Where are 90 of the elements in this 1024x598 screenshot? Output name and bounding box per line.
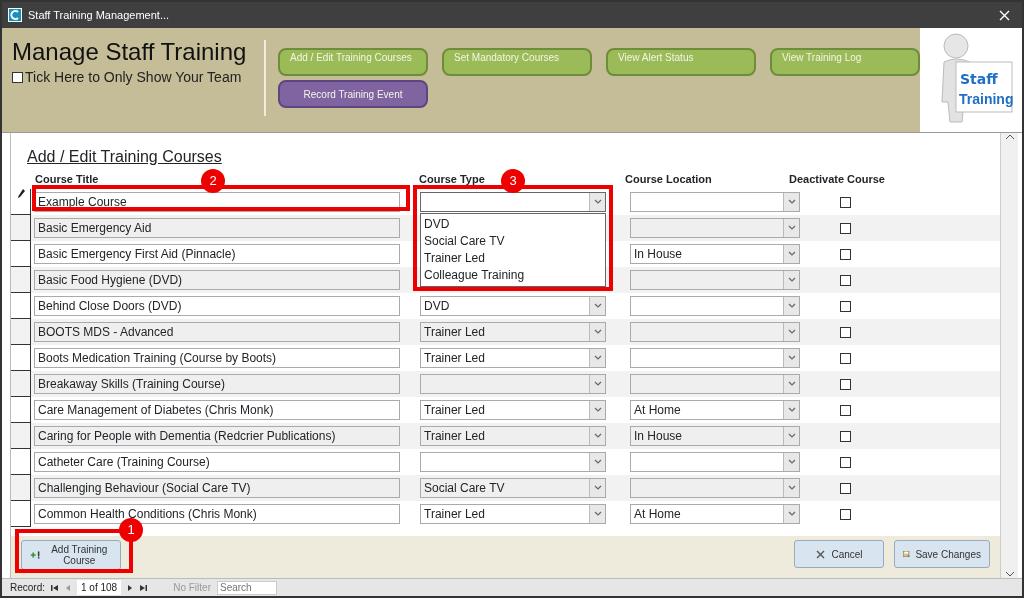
text-field[interactable]: Behind Close Doors (DVD) [34, 296, 400, 316]
record-selector[interactable] [11, 215, 31, 241]
checkbox[interactable] [840, 456, 851, 468]
checkbox[interactable] [840, 430, 851, 442]
checkbox[interactable] [840, 482, 851, 494]
prev-record-button[interactable] [65, 583, 71, 592]
save-button[interactable]: Save Changes [894, 540, 990, 568]
add-icon [30, 549, 42, 561]
dropdown-option[interactable]: Colleague Training [424, 267, 602, 284]
record-position: 1 of 108 [77, 580, 122, 595]
text-field[interactable]: Catheter Care (Training Course) [34, 452, 400, 472]
next-record-button[interactable] [127, 583, 134, 592]
add-button[interactable]: Add Training Course [21, 540, 121, 570]
dropdown-field[interactable] [630, 452, 800, 472]
annotation-number: 3 [501, 169, 525, 193]
text-field[interactable]: Challenging Behaviour (Social Care TV) [34, 478, 400, 498]
record-label: Record: [10, 581, 45, 595]
filter-status: No Filter [173, 581, 211, 595]
column-header: Course Title [35, 172, 99, 185]
dropdown-option[interactable]: Trainer Led [424, 250, 602, 267]
dropdown-field[interactable] [420, 374, 606, 394]
record-selector[interactable] [11, 267, 31, 293]
text-field[interactable]: Breakaway Skills (Training Course) [34, 374, 400, 394]
dropdown-field[interactable]: In House [630, 426, 800, 446]
dropdown-field[interactable]: DVD [420, 296, 606, 316]
dropdown-field[interactable]: Trainer Led [420, 504, 606, 524]
dropdown-field[interactable] [420, 192, 606, 212]
dropdown-field[interactable] [630, 192, 800, 212]
column-header: Deactivate Course [789, 172, 885, 185]
first-record-button[interactable] [51, 583, 59, 592]
annotation-number: 2 [201, 169, 225, 193]
scroll-up-icon[interactable] [1004, 133, 1015, 141]
checkbox[interactable] [840, 352, 851, 364]
search-field[interactable]: Search [216, 580, 277, 595]
checkbox[interactable] [840, 196, 851, 208]
checkbox[interactable] [840, 508, 851, 520]
cancel-icon [815, 548, 827, 560]
record-button[interactable]: Record Training Event [278, 80, 429, 108]
record-selector[interactable] [11, 501, 31, 527]
text-field[interactable]: Caring for People with Dementia (Redcrier Publications) [34, 426, 400, 446]
record-selector[interactable] [11, 371, 31, 397]
dropdown-option[interactable]: DVD [424, 216, 602, 233]
last-record-button[interactable] [139, 583, 148, 592]
logo-drawing: Staff Training [926, 32, 1016, 128]
checkbox[interactable] [840, 404, 851, 416]
dropdown-option[interactable]: Social Care TV [424, 233, 602, 250]
close-icon [999, 10, 1010, 22]
record-selector[interactable] [11, 423, 31, 449]
dropdown-field[interactable] [630, 374, 800, 394]
dropdown-field[interactable]: In House [630, 244, 800, 264]
checkbox[interactable] [840, 378, 851, 390]
dropdown-field[interactable] [630, 296, 800, 316]
dropdown-field[interactable] [630, 218, 800, 238]
dropdown-field[interactable] [630, 322, 800, 342]
checkbox[interactable] [840, 222, 851, 234]
dropdown-field[interactable]: Trainer Led [420, 322, 606, 342]
scrollbar[interactable] [1000, 133, 1018, 578]
dropdown-field[interactable] [420, 452, 606, 472]
window-title: Staff Training Management... [28, 7, 170, 23]
text-field[interactable]: BOOTS MDS - Advanced [34, 322, 400, 342]
scroll-down-icon[interactable] [1004, 570, 1015, 578]
dropdown-field[interactable]: At Home [630, 400, 800, 420]
checkbox[interactable] [840, 326, 851, 338]
dropdown-field[interactable]: Trainer Led [420, 426, 606, 446]
text-field[interactable]: Basic Emergency Aid [34, 218, 400, 238]
checkbox[interactable] [840, 274, 851, 286]
checkbox[interactable] [840, 248, 851, 260]
column-header: Course Location [625, 172, 712, 185]
column-header: Course Type [419, 172, 485, 185]
form-title: Add / Edit Training Courses [27, 147, 222, 167]
dropdown-field[interactable]: At Home [630, 504, 800, 524]
record-selector[interactable] [11, 319, 31, 345]
text-field[interactable]: Basic Food Hygiene (DVD) [34, 270, 400, 290]
text-field[interactable]: Care Management of Diabetes (Chris Monk) [34, 400, 400, 420]
checkbox[interactable] [12, 71, 23, 83]
dropdown-field[interactable] [630, 270, 800, 290]
dropdown-field[interactable]: Trainer Led [420, 348, 606, 368]
dropdown-field[interactable]: Trainer Led [420, 400, 606, 420]
page-title: Manage Staff Training [12, 38, 248, 67]
text-field[interactable]: Boots Medication Training (Course by Boots) [34, 348, 400, 368]
checkbox[interactable] [840, 300, 851, 312]
dropdown-field[interactable] [630, 478, 800, 498]
app-icon [8, 8, 22, 22]
cancel-button[interactable]: Cancel [794, 540, 884, 568]
dropdown-field[interactable] [630, 348, 800, 368]
text-field[interactable]: Common Health Conditions (Chris Monk) [34, 504, 400, 524]
text-field[interactable]: Basic Emergency First Aid (Pinnacle) [34, 244, 400, 264]
dropdown-field[interactable]: Social Care TV [420, 478, 606, 498]
checkbox-label: Tick Here to Only Show Your Team [25, 67, 242, 87]
record-selector[interactable] [11, 475, 31, 501]
